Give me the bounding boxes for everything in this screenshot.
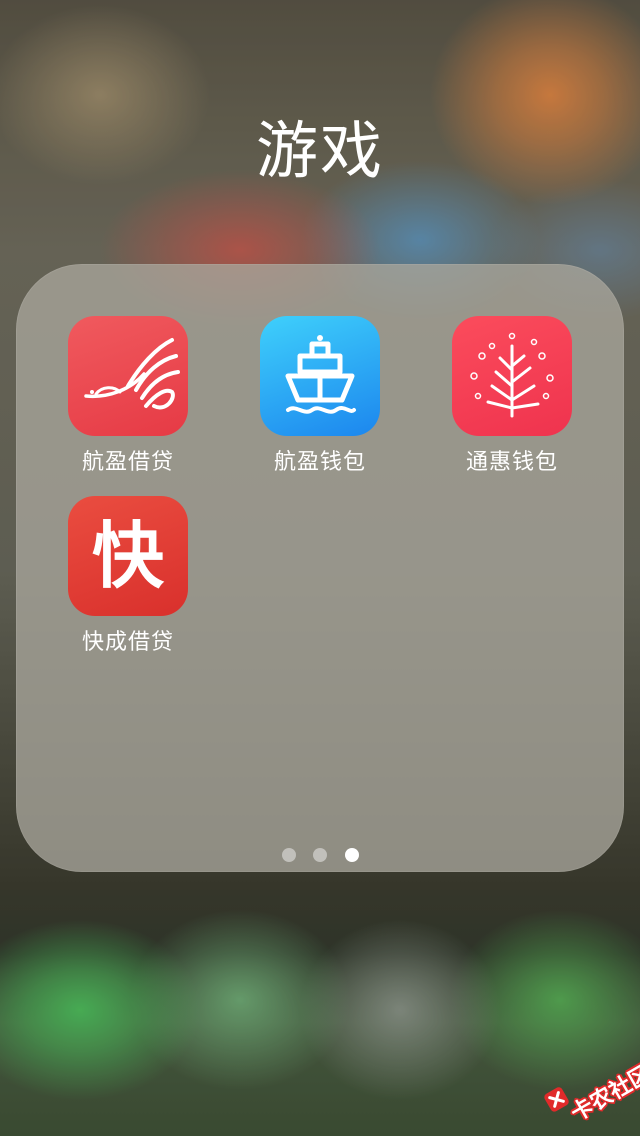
page-dot-2[interactable] — [313, 848, 327, 862]
app-hangying-qianbao[interactable]: 航盈钱包 — [250, 316, 390, 476]
kuai-glyph: 快 — [91, 514, 164, 598]
folder-title[interactable]: 游戏 — [0, 100, 640, 190]
app-label: 航盈钱包 — [273, 450, 366, 475]
kanong-community-watermark: 卡农社区 — [538, 1044, 640, 1127]
app-label: 通惠钱包 — [465, 450, 558, 475]
folder-panel: 航盈借贷 航盈钱包 通惠钱包 快 快成借贷 — [16, 264, 624, 872]
app-label: 航盈借贷 — [81, 450, 174, 475]
app-tonghui-qianbao[interactable]: 通惠钱包 — [442, 316, 582, 476]
app-label: 快成借贷 — [81, 630, 174, 655]
page-dot-3-active[interactable] — [345, 848, 359, 862]
app-kuaicheng-jiedai[interactable]: 快 快成借贷 — [58, 496, 198, 656]
app-hangying-jiedai[interactable]: 航盈借贷 — [58, 316, 198, 476]
red-bird-logo-icon[interactable] — [68, 316, 188, 436]
blue-ship-logo-icon[interactable] — [260, 316, 380, 436]
page-indicator[interactable] — [270, 848, 370, 864]
kuai-character-logo-icon[interactable]: 快 — [68, 496, 188, 616]
page-dot-1[interactable] — [282, 848, 296, 862]
pink-tree-logo-icon[interactable] — [452, 316, 572, 436]
